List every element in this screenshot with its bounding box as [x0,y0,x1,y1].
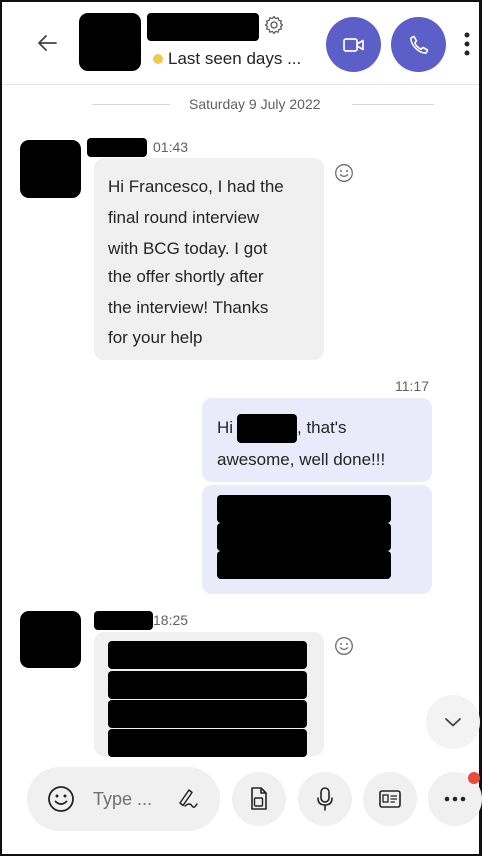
date-divider-label: Saturday 9 July 2022 [189,96,321,112]
redacted-text [108,671,307,699]
message-time: 01:43 [153,139,189,155]
message-line: the offer shortly after [108,267,264,286]
contact-avatar[interactable] [79,13,141,71]
message-line: the interview! Thanks [108,298,269,317]
header-divider [2,84,479,85]
message-line: final round interview [108,208,260,227]
message-line: with BCG today. I got [108,239,268,258]
message-line: Hi [217,418,234,437]
scroll-down-button[interactable] [426,695,480,749]
message-input[interactable]: Type ... [93,789,152,810]
format-pen-icon[interactable] [176,786,200,810]
reaction-emoji-icon[interactable] [334,636,354,656]
message-line: awesome, well done!!! [217,450,386,469]
phone-icon [409,35,428,54]
redacted-text [217,551,391,579]
redacted-text [108,700,307,728]
contact-name[interactable] [147,13,259,41]
sender-avatar [20,140,81,198]
message-time: 18:25 [153,612,189,628]
contact-card-button[interactable] [363,772,417,826]
sender-name [94,611,153,630]
notification-dot [468,772,480,784]
back-arrow-icon[interactable] [36,34,58,52]
more-vertical-icon[interactable] [463,31,471,57]
sender-avatar [20,611,81,668]
redacted-text [108,641,307,669]
sender-name [87,138,147,157]
audio-call-button[interactable] [391,17,446,72]
reaction-emoji-icon[interactable] [334,163,354,183]
contact-card-icon [379,790,401,808]
microphone-icon [317,787,333,811]
redacted-name [237,414,297,443]
more-horizontal-icon [444,796,466,802]
message-line: for your help [108,328,203,347]
status-dot [153,54,163,64]
attach-file-button[interactable] [232,772,286,826]
redacted-text [108,729,307,757]
chevron-down-icon [445,718,461,727]
video-camera-icon [342,37,364,52]
attach-file-icon [251,787,267,810]
redacted-text [217,495,391,523]
message-line: , that's [297,418,347,437]
redacted-text [217,523,391,551]
gear-icon[interactable] [264,15,284,35]
video-call-button[interactable] [326,17,381,72]
voice-message-button[interactable] [298,772,352,826]
emoji-icon[interactable] [47,785,75,813]
message-time: 11:17 [395,378,429,394]
message-line: Hi Francesco, I had the [108,177,284,196]
contact-status: Last seen days ... [168,49,302,68]
